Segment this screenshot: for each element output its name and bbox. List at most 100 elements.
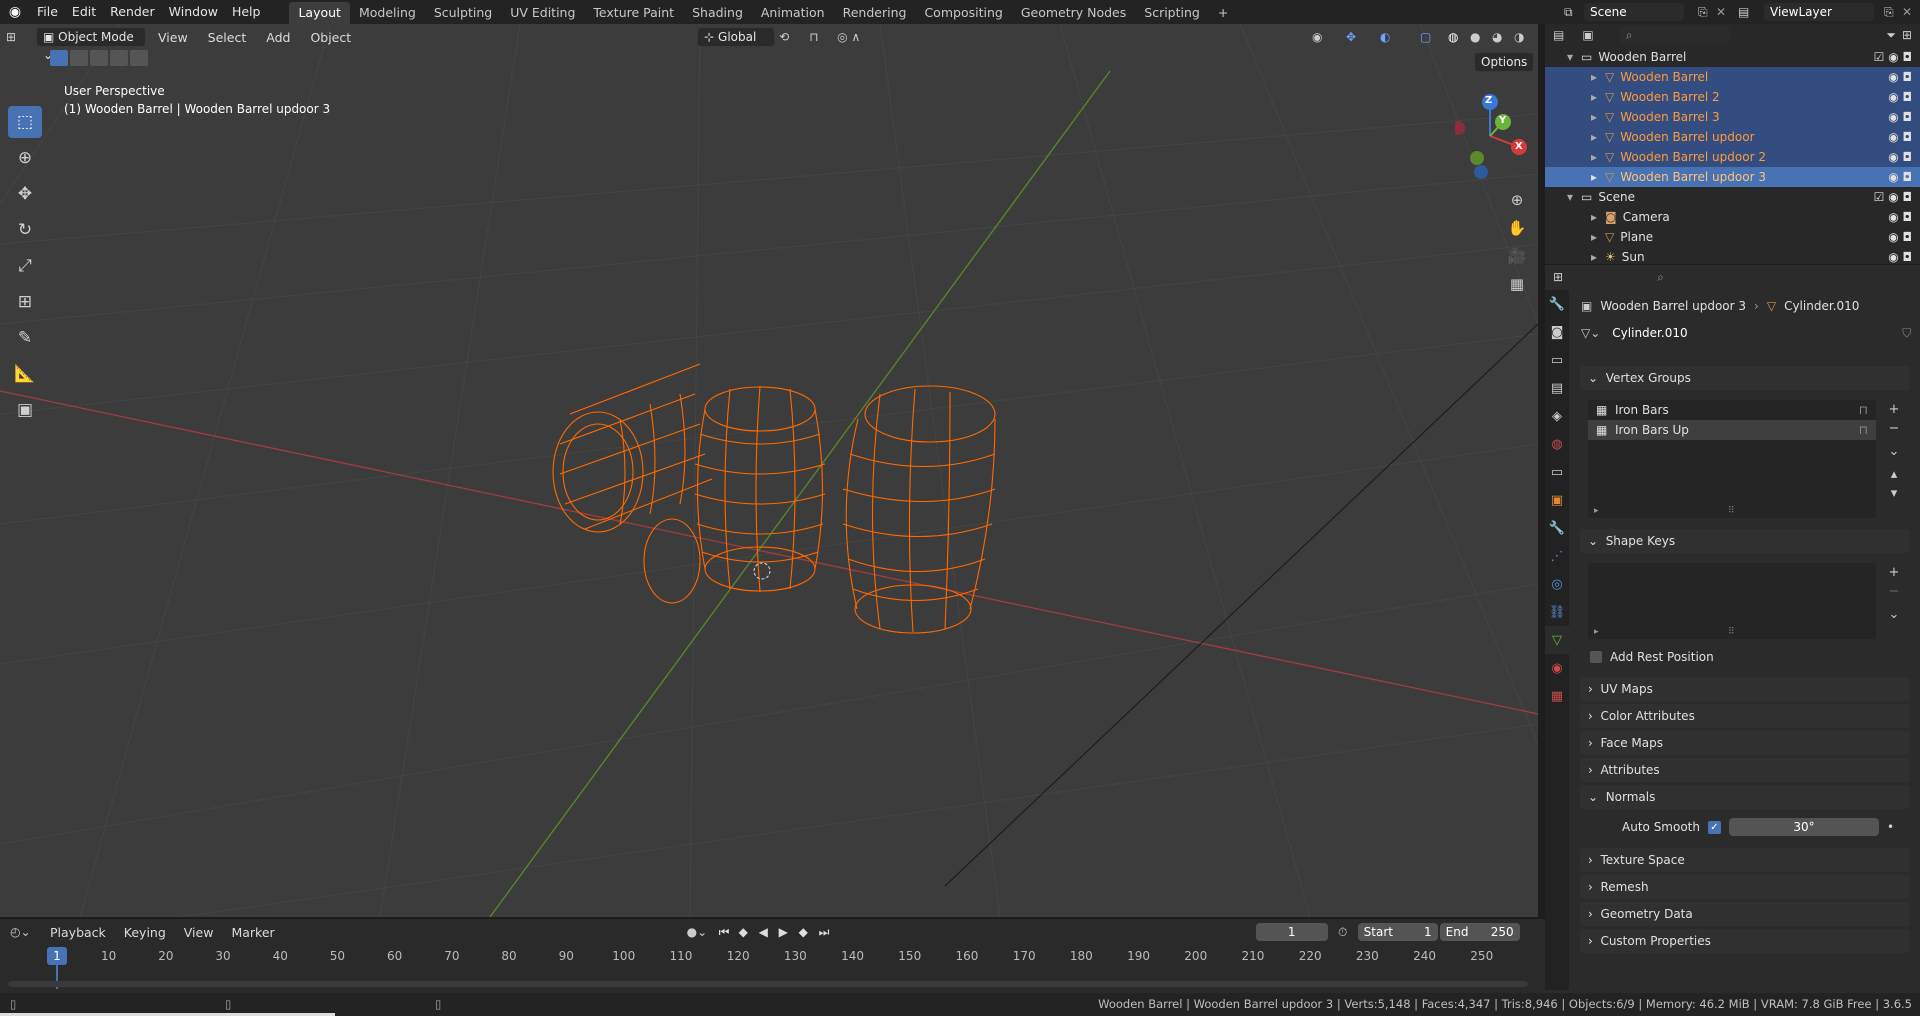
list-resize-handle[interactable]: ⠿	[1728, 627, 1735, 637]
shading-wireframe-icon[interactable]: ◍	[1448, 30, 1466, 44]
shape-key-menu-icon[interactable]: ⌄	[1884, 605, 1904, 624]
ortho-grid-icon[interactable]: ▦	[1503, 270, 1531, 298]
next-keyframe-icon[interactable]: ◆	[799, 925, 817, 939]
stopwatch-icon[interactable]: ⏱	[1330, 925, 1356, 940]
texture-tab-icon[interactable]: ▦	[1545, 682, 1569, 710]
custom-properties-panel-header[interactable]: › Custom Properties	[1580, 929, 1910, 953]
material-tab-icon[interactable]: ◉	[1545, 654, 1569, 682]
pivot-icon[interactable]: ⟲	[779, 30, 805, 44]
add-vertex-group-icon[interactable]: +	[1884, 400, 1904, 419]
face-maps-panel-header[interactable]: › Face Maps	[1580, 731, 1910, 755]
auto-smooth-checkbox[interactable]: ✓	[1708, 820, 1721, 834]
blender-logo-icon[interactable]: ◉	[0, 4, 30, 20]
tab-compositing[interactable]: Compositing	[915, 2, 1011, 24]
menu-view[interactable]: View	[150, 30, 196, 45]
scale-tool-icon[interactable]: ⤢	[8, 250, 42, 282]
shape-keys-panel-header[interactable]: ⌄ Shape Keys	[1580, 529, 1910, 553]
current-frame-field[interactable]: 1	[1255, 923, 1328, 941]
list-resize-handle[interactable]: ⠿	[1728, 506, 1735, 516]
modifier-tab-icon[interactable]: 🔧	[1545, 514, 1569, 542]
frame-ruler[interactable]: 1 10 20 30 40 50 60 70 80 90 100 110 120 130 140 150 16…	[0, 947, 1545, 989]
play-icon[interactable]: ▶	[779, 925, 797, 939]
object-tab-icon[interactable]: ▣	[1545, 486, 1569, 514]
menu-playback[interactable]: Playback	[42, 925, 114, 940]
options-dropdown[interactable]: Options	[1474, 52, 1535, 72]
vertex-group-menu-icon[interactable]: ⌄	[1884, 442, 1904, 461]
uv-maps-panel-header[interactable]: › UV Maps	[1580, 677, 1910, 701]
scene-close-icon[interactable]: ✕	[1716, 5, 1738, 19]
view-layer-selector[interactable]: ViewLayer	[1764, 3, 1874, 21]
jump-end-icon[interactable]: ⏭	[819, 925, 837, 940]
outliner-row[interactable]: ▸ ▽ Wooden Barrel updoor 2 ◉ ◘	[1545, 147, 1920, 167]
data-tab-icon[interactable]: ▽	[1545, 626, 1569, 654]
tool-tab-icon[interactable]: 🔧	[1545, 290, 1569, 318]
move-up-icon[interactable]: ▴	[1884, 465, 1904, 484]
menu-timeline-view[interactable]: View	[176, 925, 222, 940]
menu-select[interactable]: Select	[200, 30, 255, 45]
outliner-search[interactable]: ⌕	[1619, 26, 1730, 44]
view-layer-browse-icon[interactable]: ⎘	[1884, 5, 1902, 20]
properties-editor-icon[interactable]: ⊞	[1553, 270, 1563, 284]
output-tab-icon[interactable]: ▭	[1545, 346, 1569, 374]
outliner-row[interactable]: ▸ ▽ Wooden Barrel 3 ◉ ◘	[1545, 107, 1920, 127]
outliner-row[interactable]: ▸ ▽ Wooden Barrel ◉ ◘	[1545, 67, 1920, 87]
physics-tab-icon[interactable]: ◎	[1545, 570, 1569, 598]
tab-scripting[interactable]: Scripting	[1135, 2, 1209, 24]
menu-window[interactable]: Window	[162, 0, 225, 24]
outliner-row[interactable]: ▸ ▽ Plane ◉ ◘	[1545, 227, 1920, 247]
filter-icon[interactable]: ⏷	[1886, 28, 1896, 43]
timeline-scrollbar[interactable]	[8, 981, 1528, 987]
select-box-tool-icon[interactable]: ⬚	[8, 106, 42, 138]
end-frame-field[interactable]: End 250	[1439, 923, 1520, 941]
tab-sculpting[interactable]: Sculpting	[425, 2, 501, 24]
remove-vertex-group-icon[interactable]: −	[1884, 419, 1904, 438]
mesh-browse-icon[interactable]: ▽⌄	[1581, 326, 1600, 340]
list-options-icon[interactable]: ▸	[1594, 627, 1599, 637]
remove-shape-key-icon[interactable]: −	[1884, 582, 1904, 601]
shading-rendered-icon[interactable]: ◑	[1514, 30, 1538, 44]
snap-icon[interactable]: ⊓	[809, 30, 833, 44]
tab-shading[interactable]: Shading	[683, 2, 752, 24]
fake-user-icon[interactable]: ⛉	[1902, 326, 1911, 341]
new-collection-icon[interactable]: ⊞	[1902, 28, 1912, 42]
annotate-tool-icon[interactable]: ✎	[8, 322, 42, 354]
mode-selector[interactable]: ▣ Object Mode ⌄	[36, 27, 146, 62]
scene-selector[interactable]: Scene	[1584, 3, 1684, 21]
tab-modeling[interactable]: Modeling	[350, 2, 425, 24]
tab-uv-editing[interactable]: UV Editing	[501, 2, 584, 24]
prev-keyframe-icon[interactable]: ◆	[739, 925, 757, 939]
add-rest-position-checkbox[interactable]	[1590, 651, 1602, 663]
outliner-row[interactable]: ▸ ▽ Wooden Barrel 2 ◉ ◘	[1545, 87, 1920, 107]
shading-solid-icon[interactable]: ●	[1470, 30, 1488, 44]
jump-start-icon[interactable]: ⏮	[719, 925, 737, 940]
scene-tab-icon[interactable]: ◈	[1545, 402, 1569, 430]
play-reverse-icon[interactable]: ◀	[759, 925, 777, 939]
menu-file[interactable]: File	[30, 0, 65, 24]
tab-rendering[interactable]: Rendering	[834, 2, 916, 24]
transform-tool-icon[interactable]: ⊞	[8, 286, 42, 318]
scene-icon[interactable]: ⧉	[1564, 5, 1584, 20]
list-item-active[interactable]: ▦ Iron Bars Up ⊓	[1588, 420, 1876, 440]
select-intersect-icon[interactable]	[130, 50, 148, 66]
tab-geometry-nodes[interactable]: Geometry Nodes	[1012, 2, 1135, 24]
measure-tool-icon[interactable]: 📐	[8, 358, 42, 390]
keyframe-dot-icon[interactable]: •	[1887, 820, 1894, 834]
outliner-row-active[interactable]: ▸ ▽ Wooden Barrel updoor 3 ◉ ◘	[1545, 167, 1920, 187]
zoom-icon[interactable]: ⊕	[1503, 186, 1531, 214]
camera-view-icon[interactable]: 🎥	[1503, 242, 1531, 270]
particles-tab-icon[interactable]: ⋰	[1545, 542, 1569, 570]
gizmo-toggle-icon[interactable]: ✥	[1346, 30, 1376, 44]
select-extend-icon[interactable]	[70, 50, 88, 66]
remesh-panel-header[interactable]: › Remesh	[1580, 875, 1910, 899]
pan-hand-icon[interactable]: ✋	[1503, 214, 1531, 242]
select-subtract-icon[interactable]	[90, 50, 108, 66]
playhead[interactable]: 1	[47, 947, 67, 965]
world-tab-icon[interactable]: ◍	[1545, 430, 1569, 458]
vertex-groups-panel-header[interactable]: ⌄ Vertex Groups	[1580, 366, 1910, 390]
add-shape-key-icon[interactable]: +	[1884, 563, 1904, 582]
datablock-name-field[interactable]: Cylinder.010	[1606, 324, 1897, 342]
record-icon[interactable]: ●⌄	[687, 925, 717, 939]
collection-tab-icon[interactable]: ▭	[1545, 458, 1569, 486]
outliner-row[interactable]: ▸ ☀ Sun ◉ ◘	[1545, 247, 1920, 267]
menu-keying[interactable]: Keying	[116, 925, 174, 940]
